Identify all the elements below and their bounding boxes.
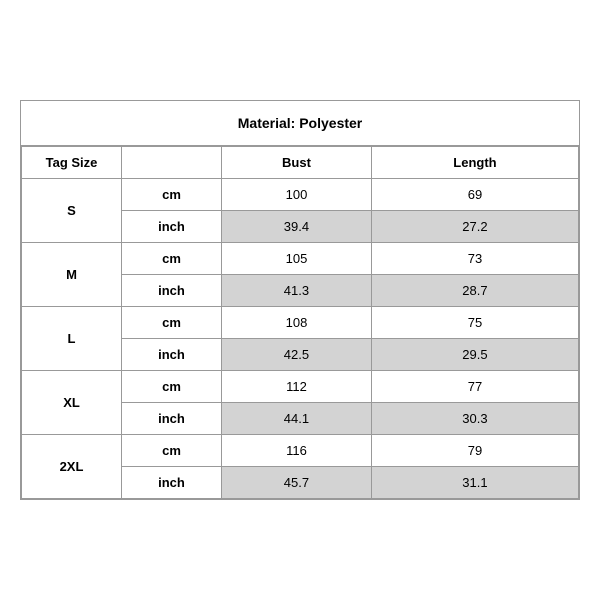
length-inch: 30.3 bbox=[371, 403, 578, 435]
bust-inch: 44.1 bbox=[222, 403, 372, 435]
unit-cm: cm bbox=[122, 435, 222, 467]
bust-cm: 100 bbox=[222, 179, 372, 211]
table-row: Mcm10573 bbox=[22, 243, 579, 275]
size-table: Tag Size Bust Length Scm10069inch39.427.… bbox=[21, 146, 579, 499]
size-label: XL bbox=[22, 371, 122, 435]
bust-inch: 39.4 bbox=[222, 211, 372, 243]
length-cm: 69 bbox=[371, 179, 578, 211]
unit-inch: inch bbox=[122, 339, 222, 371]
header-empty bbox=[122, 147, 222, 179]
unit-cm: cm bbox=[122, 243, 222, 275]
length-inch: 27.2 bbox=[371, 211, 578, 243]
size-label: L bbox=[22, 307, 122, 371]
bust-inch: 42.5 bbox=[222, 339, 372, 371]
header-bust: Bust bbox=[222, 147, 372, 179]
unit-cm: cm bbox=[122, 371, 222, 403]
unit-inch: inch bbox=[122, 467, 222, 499]
unit-inch: inch bbox=[122, 211, 222, 243]
table-row: 2XLcm11679 bbox=[22, 435, 579, 467]
length-inch: 31.1 bbox=[371, 467, 578, 499]
length-cm: 77 bbox=[371, 371, 578, 403]
size-chart-container: Material: Polyester Tag Size Bust Length… bbox=[20, 100, 580, 500]
chart-title: Material: Polyester bbox=[21, 101, 579, 146]
table-row: Lcm10875 bbox=[22, 307, 579, 339]
length-inch: 29.5 bbox=[371, 339, 578, 371]
table-row: XLcm11277 bbox=[22, 371, 579, 403]
header-length: Length bbox=[371, 147, 578, 179]
unit-inch: inch bbox=[122, 403, 222, 435]
bust-cm: 112 bbox=[222, 371, 372, 403]
length-inch: 28.7 bbox=[371, 275, 578, 307]
bust-inch: 41.3 bbox=[222, 275, 372, 307]
bust-cm: 105 bbox=[222, 243, 372, 275]
bust-inch: 45.7 bbox=[222, 467, 372, 499]
table-row: Scm10069 bbox=[22, 179, 579, 211]
unit-cm: cm bbox=[122, 307, 222, 339]
bust-cm: 108 bbox=[222, 307, 372, 339]
bust-cm: 116 bbox=[222, 435, 372, 467]
header-tag-size: Tag Size bbox=[22, 147, 122, 179]
length-cm: 73 bbox=[371, 243, 578, 275]
unit-cm: cm bbox=[122, 179, 222, 211]
length-cm: 79 bbox=[371, 435, 578, 467]
length-cm: 75 bbox=[371, 307, 578, 339]
table-header-row: Tag Size Bust Length bbox=[22, 147, 579, 179]
size-label: M bbox=[22, 243, 122, 307]
unit-inch: inch bbox=[122, 275, 222, 307]
size-label: 2XL bbox=[22, 435, 122, 499]
size-label: S bbox=[22, 179, 122, 243]
